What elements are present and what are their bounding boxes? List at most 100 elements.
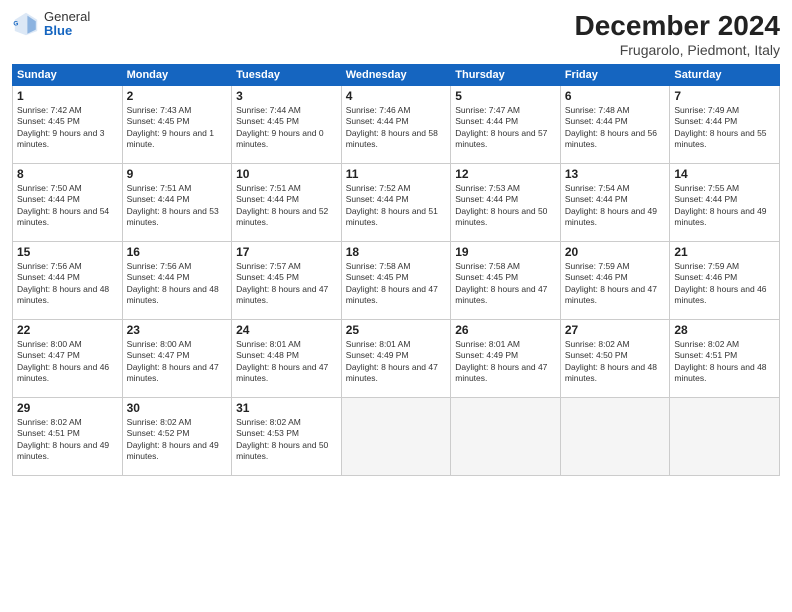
day-info: Sunrise: 8:01 AMSunset: 4:49 PMDaylight:…: [455, 339, 547, 383]
day-info: Sunrise: 7:54 AMSunset: 4:44 PMDaylight:…: [565, 183, 657, 227]
day-number: 2: [127, 89, 228, 103]
svg-text:G: G: [13, 21, 18, 28]
calendar-cell: 31 Sunrise: 8:02 AMSunset: 4:53 PMDaylig…: [232, 398, 342, 476]
col-monday: Monday: [122, 65, 232, 86]
day-info: Sunrise: 8:02 AMSunset: 4:51 PMDaylight:…: [17, 417, 109, 461]
day-number: 7: [674, 89, 775, 103]
calendar-cell: 14 Sunrise: 7:55 AMSunset: 4:44 PMDaylig…: [670, 164, 780, 242]
day-number: 6: [565, 89, 666, 103]
calendar-cell: 1 Sunrise: 7:42 AMSunset: 4:45 PMDayligh…: [13, 86, 123, 164]
calendar-cell: 7 Sunrise: 7:49 AMSunset: 4:44 PMDayligh…: [670, 86, 780, 164]
day-info: Sunrise: 7:50 AMSunset: 4:44 PMDaylight:…: [17, 183, 109, 227]
day-number: 25: [346, 323, 447, 337]
calendar-cell: 2 Sunrise: 7:43 AMSunset: 4:45 PMDayligh…: [122, 86, 232, 164]
day-number: 14: [674, 167, 775, 181]
col-thursday: Thursday: [451, 65, 561, 86]
day-number: 4: [346, 89, 447, 103]
day-info: Sunrise: 8:01 AMSunset: 4:49 PMDaylight:…: [346, 339, 438, 383]
calendar-cell: 9 Sunrise: 7:51 AMSunset: 4:44 PMDayligh…: [122, 164, 232, 242]
day-number: 15: [17, 245, 118, 259]
calendar-cell: 19 Sunrise: 7:58 AMSunset: 4:45 PMDaylig…: [451, 242, 561, 320]
calendar-week-row: 8 Sunrise: 7:50 AMSunset: 4:44 PMDayligh…: [13, 164, 780, 242]
day-info: Sunrise: 8:00 AMSunset: 4:47 PMDaylight:…: [17, 339, 109, 383]
day-info: Sunrise: 7:59 AMSunset: 4:46 PMDaylight:…: [674, 261, 766, 305]
day-number: 22: [17, 323, 118, 337]
calendar-cell: 25 Sunrise: 8:01 AMSunset: 4:49 PMDaylig…: [341, 320, 451, 398]
day-number: 3: [236, 89, 337, 103]
calendar-week-row: 1 Sunrise: 7:42 AMSunset: 4:45 PMDayligh…: [13, 86, 780, 164]
day-info: Sunrise: 7:46 AMSunset: 4:44 PMDaylight:…: [346, 105, 438, 149]
day-number: 8: [17, 167, 118, 181]
day-number: 24: [236, 323, 337, 337]
header: G General Blue December 2024 Frugarolo, …: [12, 10, 780, 58]
calendar-cell: [451, 398, 561, 476]
title-area: December 2024 Frugarolo, Piedmont, Italy: [575, 10, 780, 58]
day-number: 30: [127, 401, 228, 415]
day-number: 26: [455, 323, 556, 337]
day-number: 28: [674, 323, 775, 337]
calendar-cell: [341, 398, 451, 476]
calendar-cell: 3 Sunrise: 7:44 AMSunset: 4:45 PMDayligh…: [232, 86, 342, 164]
day-number: 18: [346, 245, 447, 259]
day-info: Sunrise: 7:53 AMSunset: 4:44 PMDaylight:…: [455, 183, 547, 227]
calendar-cell: [670, 398, 780, 476]
day-info: Sunrise: 7:56 AMSunset: 4:44 PMDaylight:…: [17, 261, 109, 305]
calendar-cell: 22 Sunrise: 8:00 AMSunset: 4:47 PMDaylig…: [13, 320, 123, 398]
calendar-table: Sunday Monday Tuesday Wednesday Thursday…: [12, 64, 780, 476]
calendar-cell: 16 Sunrise: 7:56 AMSunset: 4:44 PMDaylig…: [122, 242, 232, 320]
day-info: Sunrise: 8:02 AMSunset: 4:52 PMDaylight:…: [127, 417, 219, 461]
col-saturday: Saturday: [670, 65, 780, 86]
calendar-week-row: 22 Sunrise: 8:00 AMSunset: 4:47 PMDaylig…: [13, 320, 780, 398]
day-info: Sunrise: 7:51 AMSunset: 4:44 PMDaylight:…: [236, 183, 328, 227]
calendar-cell: [560, 398, 670, 476]
day-info: Sunrise: 8:02 AMSunset: 4:53 PMDaylight:…: [236, 417, 328, 461]
main-container: G General Blue December 2024 Frugarolo, …: [0, 0, 792, 486]
day-info: Sunrise: 7:55 AMSunset: 4:44 PMDaylight:…: [674, 183, 766, 227]
day-info: Sunrise: 7:59 AMSunset: 4:46 PMDaylight:…: [565, 261, 657, 305]
day-number: 19: [455, 245, 556, 259]
calendar-cell: 11 Sunrise: 7:52 AMSunset: 4:44 PMDaylig…: [341, 164, 451, 242]
calendar-cell: 13 Sunrise: 7:54 AMSunset: 4:44 PMDaylig…: [560, 164, 670, 242]
day-number: 16: [127, 245, 228, 259]
day-number: 11: [346, 167, 447, 181]
logo-text: General Blue: [44, 10, 90, 39]
day-info: Sunrise: 8:00 AMSunset: 4:47 PMDaylight:…: [127, 339, 219, 383]
calendar-cell: 23 Sunrise: 8:00 AMSunset: 4:47 PMDaylig…: [122, 320, 232, 398]
calendar-cell: 21 Sunrise: 7:59 AMSunset: 4:46 PMDaylig…: [670, 242, 780, 320]
calendar-cell: 5 Sunrise: 7:47 AMSunset: 4:44 PMDayligh…: [451, 86, 561, 164]
day-number: 29: [17, 401, 118, 415]
col-wednesday: Wednesday: [341, 65, 451, 86]
calendar-cell: 8 Sunrise: 7:50 AMSunset: 4:44 PMDayligh…: [13, 164, 123, 242]
calendar-cell: 6 Sunrise: 7:48 AMSunset: 4:44 PMDayligh…: [560, 86, 670, 164]
day-number: 23: [127, 323, 228, 337]
day-number: 9: [127, 167, 228, 181]
day-info: Sunrise: 7:44 AMSunset: 4:45 PMDaylight:…: [236, 105, 323, 149]
day-number: 27: [565, 323, 666, 337]
day-info: Sunrise: 7:52 AMSunset: 4:44 PMDaylight:…: [346, 183, 438, 227]
calendar-week-row: 29 Sunrise: 8:02 AMSunset: 4:51 PMDaylig…: [13, 398, 780, 476]
logo-icon: G: [12, 10, 40, 38]
logo: G General Blue: [12, 10, 90, 39]
day-number: 17: [236, 245, 337, 259]
day-info: Sunrise: 7:57 AMSunset: 4:45 PMDaylight:…: [236, 261, 328, 305]
calendar-cell: 26 Sunrise: 8:01 AMSunset: 4:49 PMDaylig…: [451, 320, 561, 398]
day-info: Sunrise: 8:02 AMSunset: 4:50 PMDaylight:…: [565, 339, 657, 383]
day-info: Sunrise: 7:58 AMSunset: 4:45 PMDaylight:…: [346, 261, 438, 305]
day-info: Sunrise: 7:47 AMSunset: 4:44 PMDaylight:…: [455, 105, 547, 149]
calendar-cell: 28 Sunrise: 8:02 AMSunset: 4:51 PMDaylig…: [670, 320, 780, 398]
day-number: 31: [236, 401, 337, 415]
day-number: 1: [17, 89, 118, 103]
col-friday: Friday: [560, 65, 670, 86]
day-number: 21: [674, 245, 775, 259]
logo-blue: Blue: [44, 24, 90, 38]
day-number: 10: [236, 167, 337, 181]
day-info: Sunrise: 7:49 AMSunset: 4:44 PMDaylight:…: [674, 105, 766, 149]
logo-general: General: [44, 10, 90, 24]
calendar-cell: 30 Sunrise: 8:02 AMSunset: 4:52 PMDaylig…: [122, 398, 232, 476]
calendar-cell: 29 Sunrise: 8:02 AMSunset: 4:51 PMDaylig…: [13, 398, 123, 476]
day-number: 5: [455, 89, 556, 103]
day-info: Sunrise: 7:58 AMSunset: 4:45 PMDaylight:…: [455, 261, 547, 305]
day-info: Sunrise: 7:56 AMSunset: 4:44 PMDaylight:…: [127, 261, 219, 305]
calendar-cell: 18 Sunrise: 7:58 AMSunset: 4:45 PMDaylig…: [341, 242, 451, 320]
calendar-cell: 24 Sunrise: 8:01 AMSunset: 4:48 PMDaylig…: [232, 320, 342, 398]
